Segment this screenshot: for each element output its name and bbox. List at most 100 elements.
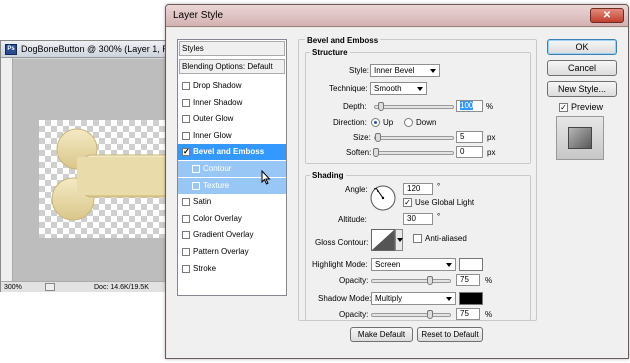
angle-dial[interactable] — [369, 184, 397, 212]
dog-bone-image — [51, 128, 183, 221]
style-item-checkbox[interactable] — [182, 198, 190, 207]
style-item-checkbox[interactable] — [182, 231, 190, 240]
use-global-light-checkbox[interactable]: ✓ — [403, 198, 412, 207]
style-item-drop-shadow[interactable]: Drop Shadow — [178, 78, 286, 94]
highlight-mode-label: Highlight Mode: — [312, 260, 368, 269]
style-item-checkbox[interactable] — [182, 214, 190, 223]
style-item-label: Texture — [203, 180, 230, 190]
style-item-checkbox[interactable] — [192, 165, 200, 173]
style-item-checkbox[interactable] — [182, 98, 190, 107]
depth-slider[interactable] — [374, 102, 454, 111]
size-slider-thumb[interactable] — [375, 133, 381, 142]
soften-input[interactable]: 0 — [456, 146, 483, 158]
styles-list: Styles Blending Options: Default Drop Sh… — [177, 39, 287, 296]
shading-title: Shading — [310, 171, 346, 180]
shadow-opacity-slider[interactable] — [371, 310, 451, 319]
chevron-down-icon — [417, 87, 423, 91]
style-item-label: Inner Shadow — [193, 97, 243, 107]
altitude-input[interactable]: 30 — [403, 213, 433, 225]
style-item-label: Outer Glow — [193, 114, 234, 124]
vertical-ruler — [1, 58, 13, 282]
size-label: Size: — [353, 133, 371, 142]
altitude-label: Altitude: — [338, 215, 367, 224]
make-default-button[interactable]: Make Default — [350, 327, 413, 342]
soften-slider[interactable] — [373, 148, 454, 157]
gloss-contour-preview[interactable] — [371, 229, 395, 251]
style-item-label: Bevel and Emboss — [193, 147, 265, 157]
style-item-checkbox[interactable] — [182, 82, 190, 90]
gloss-contour-dropdown[interactable] — [395, 229, 403, 251]
style-item-checkbox[interactable]: ✓ — [182, 148, 190, 157]
style-item-checkbox[interactable] — [182, 264, 190, 273]
style-item-satin[interactable]: Satin — [178, 194, 286, 210]
document-title: DogBoneButton @ 300% (Layer 1, RGB — [21, 44, 182, 54]
style-item-checkbox[interactable] — [182, 131, 190, 140]
soften-slider-thumb[interactable] — [373, 148, 379, 157]
gloss-contour-label: Gloss Contour: — [315, 238, 369, 247]
style-item-inner-glow[interactable]: Inner Glow — [178, 128, 286, 144]
angle-label: Angle: — [345, 185, 368, 194]
zoom-level[interactable]: 300% — [4, 282, 22, 293]
size-input[interactable]: 5 — [456, 131, 483, 143]
close-button[interactable]: ✕ — [590, 8, 624, 23]
style-item-gradient-overlay[interactable]: Gradient Overlay — [178, 227, 286, 243]
depth-label: Depth: — [343, 102, 367, 111]
highlight-mode-select[interactable]: Screen — [371, 258, 456, 271]
shadow-mode-select[interactable]: Multiply — [371, 292, 456, 305]
style-item-outer-glow[interactable]: Outer Glow — [178, 111, 286, 127]
cancel-button[interactable]: Cancel — [547, 60, 617, 76]
style-item-pattern-overlay[interactable]: Pattern Overlay — [178, 244, 286, 260]
depth-slider-thumb[interactable] — [378, 102, 384, 111]
style-item-bevel-and-emboss[interactable]: ✓ Bevel and Emboss — [178, 144, 286, 161]
shadow-color-swatch[interactable] — [459, 292, 483, 305]
shadow-mode-label: Shadow Mode: — [318, 294, 372, 303]
reset-to-default-button[interactable]: Reset to Default — [417, 327, 483, 342]
chevron-down-icon — [430, 69, 436, 73]
size-slider[interactable] — [374, 133, 454, 142]
shadow-opacity-input[interactable]: 75 — [456, 308, 480, 320]
soften-label: Soften: — [346, 148, 372, 157]
style-item-color-overlay[interactable]: Color Overlay — [178, 211, 286, 227]
preview-checkbox[interactable]: ✓ — [559, 103, 568, 112]
chevron-down-icon — [446, 263, 452, 267]
shadow-opacity-thumb[interactable] — [427, 310, 433, 319]
direction-down-label: Down — [416, 118, 437, 127]
blending-options-item[interactable]: Blending Options: Default — [179, 59, 285, 74]
style-item-inner-shadow[interactable]: Inner Shadow — [178, 95, 286, 111]
ok-button[interactable]: OK — [547, 39, 617, 55]
style-item-label: Color Overlay — [193, 213, 242, 223]
dialog-title: Layer Style — [173, 10, 224, 21]
chevron-down-icon — [446, 297, 452, 301]
direction-up-label: Up — [383, 118, 394, 127]
mouse-cursor-icon — [261, 170, 271, 185]
dialog-titlebar[interactable]: Layer Style ✕ — [166, 5, 628, 27]
highlight-color-swatch[interactable] — [459, 258, 483, 271]
highlight-opacity-thumb[interactable] — [427, 276, 433, 285]
direction-up-radio[interactable] — [371, 118, 380, 127]
style-item-label: Gradient Overlay — [193, 230, 254, 240]
direction-down-radio[interactable] — [404, 118, 413, 127]
style-item-checkbox[interactable] — [182, 248, 190, 256]
use-global-light-label: Use Global Light — [415, 198, 475, 207]
style-select[interactable]: Inner Bevel — [370, 64, 440, 77]
anti-aliased-checkbox[interactable] — [413, 234, 422, 243]
style-item-label: Pattern Overlay — [193, 247, 249, 256]
depth-input[interactable]: 100 — [456, 100, 483, 112]
highlight-opacity-label: Opacity: — [339, 276, 369, 285]
new-style-button[interactable]: New Style... — [547, 81, 617, 97]
status-menu-icon[interactable] — [45, 283, 55, 291]
style-item-label: Stroke — [193, 263, 217, 273]
style-item-stroke[interactable]: Stroke — [178, 261, 286, 277]
technique-select[interactable]: Smooth — [370, 82, 427, 95]
highlight-opacity-unit: % — [485, 276, 493, 285]
angle-input[interactable]: 120 — [403, 183, 433, 195]
style-item-checkbox[interactable] — [192, 181, 200, 190]
size-unit: px — [487, 133, 496, 142]
highlight-opacity-input[interactable]: 75 — [456, 274, 480, 286]
chevron-down-icon — [397, 238, 403, 242]
highlight-opacity-slider[interactable] — [371, 276, 451, 285]
doc-size: Doc: 14.6K/19.5K — [94, 284, 149, 291]
style-item-label: Satin — [193, 197, 212, 207]
style-item-checkbox[interactable] — [182, 115, 190, 124]
styles-header[interactable]: Styles — [179, 41, 285, 56]
